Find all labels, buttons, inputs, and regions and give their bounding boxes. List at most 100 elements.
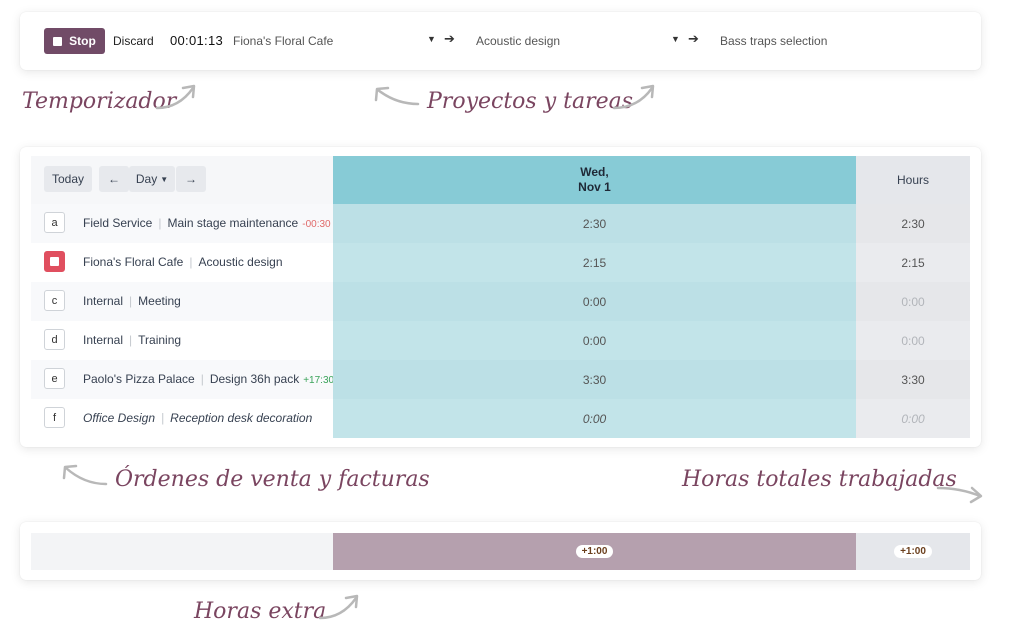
curved-arrow-icon [155, 84, 196, 110]
separator: | [200, 372, 204, 386]
row-project: Fiona's Floral Cafe [83, 255, 184, 269]
shortcut-key[interactable]: a [44, 212, 65, 233]
stop-icon [50, 257, 59, 266]
row-title: Fiona's Floral Cafe | Acoustic design [83, 255, 283, 269]
annotation-projects: Proyectos y tareas [427, 89, 634, 114]
shortcut-key[interactable]: c [44, 290, 65, 311]
arrow-right-icon: ➔ [444, 31, 455, 46]
arrow-left-icon: ← [108, 172, 120, 186]
row-project: Office Design [83, 411, 156, 425]
chevron-down-icon[interactable]: ▼ [671, 34, 680, 44]
hours-column-header: Hours [856, 156, 970, 204]
curved-arrow-icon [936, 486, 983, 504]
overtime-day-cell: +1:00 [333, 533, 856, 570]
row-task: Acoustic design [198, 255, 283, 269]
chevron-down-icon[interactable]: ▼ [427, 34, 436, 44]
row-label-cell: e Paolo's Pizza Palace | Design 36h pack +17… [31, 360, 334, 399]
caret-down-icon: ▼ [160, 174, 169, 184]
separator: | [129, 333, 133, 347]
table-row: Fiona's Floral Cafe | Acoustic design 2:15 2… [31, 243, 970, 282]
day-hours-cell[interactable]: 0:00 [333, 321, 856, 360]
row-label-cell: d Internal | Training [31, 321, 333, 360]
description-input[interactable]: Bass traps selection [720, 34, 827, 48]
stop-timer-icon[interactable] [44, 251, 65, 272]
range-label: Day [135, 172, 158, 186]
overtime-day-badge: +1:00 [575, 545, 614, 558]
row-project: Internal [83, 294, 124, 308]
project-select[interactable]: Fiona's Floral Cafe [233, 34, 333, 48]
stop-icon [53, 36, 63, 46]
table-row: a Field Service | Main stage maintenance -00… [31, 204, 970, 243]
annotation-timer: Temporizador [22, 89, 177, 114]
row-task: Training [138, 333, 182, 347]
separator: | [161, 411, 165, 425]
row-label-cell: a Field Service | Main stage maintenance -00… [31, 204, 333, 243]
separator: | [158, 216, 162, 230]
row-total-hours: 0:00 [856, 321, 970, 360]
curved-arrow-icon [318, 594, 359, 620]
table-row: f Office Design | Reception desk decoration… [31, 399, 970, 438]
row-total-hours: 2:15 [856, 243, 970, 282]
row-task: Meeting [138, 294, 181, 308]
day-column-header: Wed, Nov 1 [333, 156, 856, 204]
separator: | [129, 294, 133, 308]
day-hours-cell[interactable]: 0:00 [333, 282, 856, 321]
separator: | [189, 255, 193, 269]
row-title: Field Service | Main stage maintenance -00:… [83, 216, 331, 230]
shortcut-key[interactable]: e [44, 368, 65, 389]
arrow-right-icon: ➔ [688, 31, 699, 46]
curved-arrow-icon [612, 84, 655, 110]
row-project: Internal [83, 333, 124, 347]
timesheet-grid: Today ← Day ▼ → Wed, Nov 1 Hours a Field … [20, 147, 981, 447]
annotation-total-hours: Horas totales trabajadas [682, 467, 957, 492]
curved-arrow-icon [374, 86, 420, 106]
range-dropdown[interactable]: Day ▼ [129, 166, 175, 192]
stop-label: Stop [69, 34, 96, 48]
row-task: Reception desk decoration [170, 411, 313, 425]
row-project: Field Service [83, 216, 153, 230]
row-label-cell: c Internal | Meeting [31, 282, 333, 321]
annotation-orders: Órdenes de venta y facturas [115, 467, 430, 492]
remaining-hours-badge: +17:30 [303, 375, 335, 386]
row-title: Internal | Training [83, 333, 181, 347]
row-total-hours: 0:00 [856, 399, 970, 438]
discard-button[interactable]: Discard [113, 34, 154, 48]
overtime-total-cell: +1:00 [856, 533, 970, 570]
row-title: Paolo's Pizza Palace | Design 36h pack +17:… [83, 372, 334, 386]
table-row: c Internal | Meeting 0:00 0:00 [31, 282, 970, 321]
grid-toolbar: Today ← Day ▼ → [31, 156, 333, 205]
next-button[interactable]: → [176, 166, 206, 192]
stop-button[interactable]: Stop [44, 28, 105, 54]
curved-arrow-icon [62, 464, 108, 486]
arrow-right-icon: → [185, 172, 197, 186]
previous-button[interactable]: ← [99, 166, 129, 192]
day-header-date: Nov 1 [578, 180, 611, 194]
day-hours-cell[interactable]: 2:30 [333, 204, 856, 243]
row-total-hours: 3:30 [856, 360, 970, 399]
row-total-hours: 0:00 [856, 282, 970, 321]
row-total-hours: 2:30 [856, 204, 970, 243]
day-header-weekday: Wed, [580, 165, 609, 179]
row-title: Internal | Meeting [83, 294, 181, 308]
table-row: e Paolo's Pizza Palace | Design 36h pack +17… [31, 360, 970, 399]
row-task: Design 36h pack [209, 372, 300, 386]
row-label-cell: Fiona's Floral Cafe | Acoustic design [31, 243, 333, 282]
today-button[interactable]: Today [44, 166, 92, 192]
task-select[interactable]: Acoustic design [476, 34, 560, 48]
day-hours-cell[interactable]: 3:30 [333, 360, 856, 399]
row-task: Main stage maintenance [167, 216, 299, 230]
shortcut-key[interactable]: d [44, 329, 65, 350]
overtime-label-cell [31, 533, 333, 570]
annotation-overtime: Horas extra [194, 599, 327, 624]
shortcut-key[interactable]: f [44, 407, 65, 428]
remaining-hours-badge: -00:30 [302, 219, 331, 230]
timer-display: 00:01:13 [170, 33, 224, 48]
timer-bar: Stop Discard 00:01:13 Fiona's Floral Caf… [20, 12, 981, 70]
overtime-total-badge: +1:00 [894, 545, 932, 558]
day-hours-cell[interactable]: 2:15 [333, 243, 856, 282]
table-row: d Internal | Training 0:00 0:00 [31, 321, 970, 360]
row-label-cell: f Office Design | Reception desk decoration [31, 399, 333, 438]
overtime-row: +1:00 +1:00 [20, 522, 981, 580]
day-hours-cell[interactable]: 0:00 [333, 399, 856, 438]
row-project: Paolo's Pizza Palace [83, 372, 195, 386]
